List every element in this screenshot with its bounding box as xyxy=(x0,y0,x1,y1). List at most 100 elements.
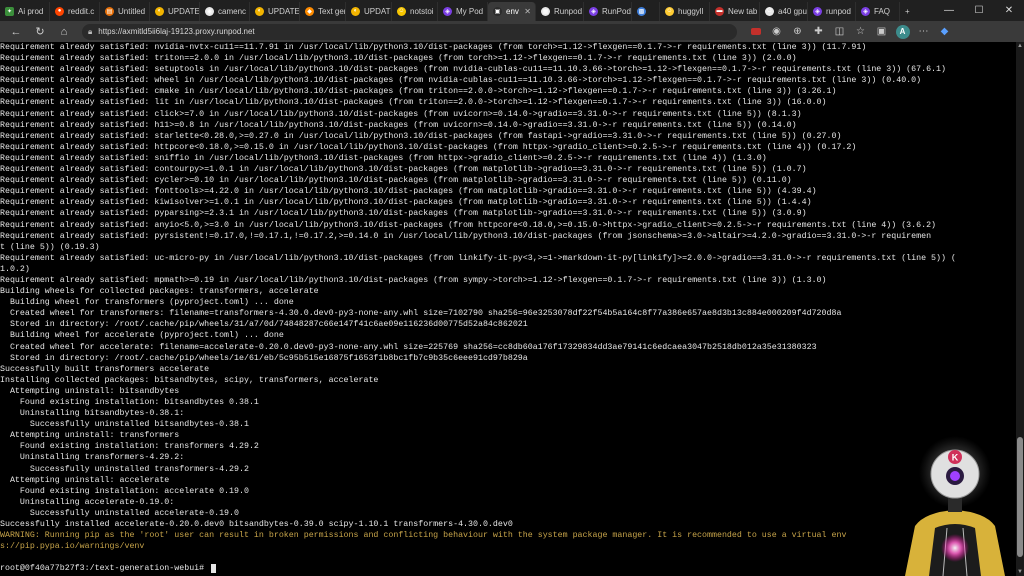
terminal-line: t (line 5)) (0.19.3) xyxy=(0,242,1016,253)
terminal-line-text: Requirement already satisfied: anyio<5.0… xyxy=(0,220,937,230)
minimize-button[interactable]: — xyxy=(934,0,964,21)
browser-tab[interactable]: ◐ UPDATE xyxy=(346,1,392,21)
scrollbar-thumb[interactable] xyxy=(1017,437,1023,557)
browser-tab[interactable]: ◈ runpod xyxy=(808,1,856,21)
tab-favicon-icon: ▣ xyxy=(493,6,502,16)
browser-tab[interactable]: ▤ Untitled xyxy=(100,1,150,21)
terminal-line: Requirement already satisfied: setuptool… xyxy=(0,64,1016,75)
browser-tab[interactable]: ▣ env ✕ xyxy=(488,1,536,21)
terminal-line-text: Requirement already satisfied: cycler>=0… xyxy=(0,176,792,186)
terminal-scrollbar[interactable]: ▲ ▼ xyxy=(1016,42,1024,576)
terminal-line: Attempting uninstall: accelerate xyxy=(0,475,1016,486)
browser-tab[interactable]: ◆ Text ger xyxy=(300,1,346,21)
terminal-line: Attempting uninstall: transformers xyxy=(0,430,1016,441)
browser-tab[interactable]: ◐ UPDATE xyxy=(150,1,200,21)
close-window-button[interactable]: ✕ xyxy=(994,0,1024,21)
browser-tab[interactable]: ☺ notstoi xyxy=(392,1,438,21)
terminal-line: Requirement already satisfied: lit in /u… xyxy=(0,97,1016,108)
zoom-icon[interactable]: ⊕ xyxy=(787,23,808,41)
copilot-icon[interactable]: ◆ xyxy=(934,23,955,41)
scroll-up-arrow-icon[interactable]: ▲ xyxy=(1016,42,1024,50)
terminal-line-text: Successfully uninstalled transformers-4.… xyxy=(0,464,249,474)
terminal-cursor xyxy=(211,563,217,573)
tab-label: camenc xyxy=(218,6,247,16)
browser-tab[interactable]: Ga40 gpu xyxy=(760,1,808,21)
maximize-button[interactable]: ☐ xyxy=(964,0,994,21)
youtube-extension-icon[interactable] xyxy=(745,23,766,41)
terminal-line-text: Requirement already satisfied: fonttools… xyxy=(0,187,817,197)
terminal-line: Requirement already satisfied: kiwisolve… xyxy=(0,197,1016,208)
tab-label: UPDATE xyxy=(168,6,200,16)
terminal-output[interactable]: Requirement already satisfied: nvidia-nv… xyxy=(0,42,1016,576)
close-tab-icon[interactable]: ✕ xyxy=(521,7,531,16)
tab-label: a40 gpu xyxy=(778,6,807,16)
browser-tab-strip: ✦ Ai prod ● reddit.c ▤ Untitled ◐ UPDATE ◉ camenc… xyxy=(0,0,1024,21)
browser-tab[interactable]: ● reddit.c xyxy=(50,1,100,21)
favorites-icon[interactable]: ☆ xyxy=(850,23,871,41)
terminal-line-text: Attempting uninstall: transformers xyxy=(0,431,180,441)
browser-tab[interactable]: ▩ xyxy=(632,1,660,21)
home-button[interactable]: ⌂ xyxy=(54,23,74,41)
terminal-line-text: Created wheel for accelerate: filename=a… xyxy=(0,342,817,352)
terminal-line: Created wheel for transformers: filename… xyxy=(0,308,1016,319)
browser-tab[interactable]: ▦ Runpod xyxy=(536,1,584,21)
puzzle-extension-icon[interactable]: ✚ xyxy=(808,23,829,41)
browser-tab[interactable]: ◈ My Pod xyxy=(438,1,488,21)
terminal-line-text: Requirement already satisfied: lit in /u… xyxy=(0,98,827,108)
terminal-line-text: Requirement already satisfied: httpcore<… xyxy=(0,142,857,152)
terminal-line: Successfully installed accelerate-0.20.0… xyxy=(0,519,1016,530)
more-menu-icon[interactable]: ⋯ xyxy=(913,23,934,41)
terminal-line: Building wheel for accelerate (pyproject… xyxy=(0,330,1016,341)
refresh-button[interactable]: ↻ xyxy=(30,23,50,41)
terminal-line-text: Requirement already satisfied: nvidia-nv… xyxy=(0,43,867,52)
browser-tab[interactable]: ◈ RunPod xyxy=(584,1,632,21)
terminal-line-text: Requirement already satisfied: kiwisolve… xyxy=(0,198,812,208)
camera-extension-icon[interactable]: ◉ xyxy=(766,23,787,41)
tab-favicon-icon: ◐ xyxy=(255,6,264,16)
terminal-line: Uninstalling transformers-4.29.2: xyxy=(0,452,1016,463)
tab-label: My Pod xyxy=(456,6,484,16)
terminal-line-text: 1.0.2) xyxy=(0,264,30,274)
refresh-icon: ↻ xyxy=(35,26,45,38)
tab-label: reddit.c xyxy=(68,6,95,16)
terminal-line-text: Found existing installation: accelerate … xyxy=(0,486,249,496)
terminal-line-text: Successfully built transformers accelera… xyxy=(0,364,210,374)
tab-favicon-icon: ▦ xyxy=(541,6,550,16)
terminal-line: Requirement already satisfied: starlette… xyxy=(0,131,1016,142)
browser-tab[interactable]: ◈ FAQ xyxy=(856,1,900,21)
tab-label: runpod xyxy=(826,6,851,16)
scroll-down-arrow-icon[interactable]: ▼ xyxy=(1016,568,1024,576)
terminal-line-text: WARNING: Running pip as the 'root' user … xyxy=(0,531,847,541)
tab-label: Runpod xyxy=(554,6,583,16)
terminal-line-text: Building wheels for collected packages: … xyxy=(0,287,319,297)
browser-tab[interactable]: ◐ UPDATE xyxy=(250,1,300,21)
tab-favicon-icon: ◆ xyxy=(305,6,314,16)
browser-tab[interactable]: ◉ camenc xyxy=(200,1,250,21)
terminal-line-text: Installing collected packages: bitsandby… xyxy=(0,375,379,385)
terminal-prompt-line[interactable]: root@0f40a77b27f3:/text-generation-webui… xyxy=(0,563,1016,574)
tab-favicon-icon: ◐ xyxy=(351,6,360,16)
terminal-line: Requirement already satisfied: h11>=0.8 … xyxy=(0,120,1016,131)
browser-tab[interactable]: ✦ Ai prod xyxy=(0,1,50,21)
tab-label: UPDATE xyxy=(268,6,300,16)
split-screen-icon[interactable]: ◫ xyxy=(829,23,850,41)
browser-tab[interactable]: ☺ huggyll xyxy=(660,1,710,21)
new-tab-button[interactable]: + xyxy=(900,2,922,21)
terminal-line-text: Requirement already satisfied: click>=7.… xyxy=(0,109,802,119)
terminal-line: Building wheels for collected packages: … xyxy=(0,286,1016,297)
tab-favicon-icon: ▬ xyxy=(715,6,724,16)
browser-tab[interactable]: ▬ New tab xyxy=(710,1,760,21)
address-bar[interactable]: 🔒︎ https://axmitld5ii6laj-19123.proxy.ru… xyxy=(82,23,737,40)
terminal-line-text: Created wheel for transformers: filename… xyxy=(0,309,842,319)
terminal-line: Requirement already satisfied: cycler>=0… xyxy=(0,175,1016,186)
terminal-line-text: Stored in directory: /root/.cache/pip/wh… xyxy=(0,320,528,330)
terminal-line: Requirement already satisfied: mpmath>=0… xyxy=(0,275,1016,286)
collections-icon[interactable]: ▣ xyxy=(871,23,892,41)
terminal-line-text: Uninstalling transformers-4.29.2: xyxy=(0,453,185,463)
back-button[interactable]: ← xyxy=(6,23,26,41)
tab-favicon-icon: ▩ xyxy=(637,6,646,16)
terminal-line: Attempting uninstall: bitsandbytes xyxy=(0,386,1016,397)
terminal-line: Requirement already satisfied: wheel in … xyxy=(0,75,1016,86)
terminal-line: Successfully uninstalled bitsandbytes-0.… xyxy=(0,419,1016,430)
profile-avatar[interactable]: A xyxy=(892,23,913,41)
